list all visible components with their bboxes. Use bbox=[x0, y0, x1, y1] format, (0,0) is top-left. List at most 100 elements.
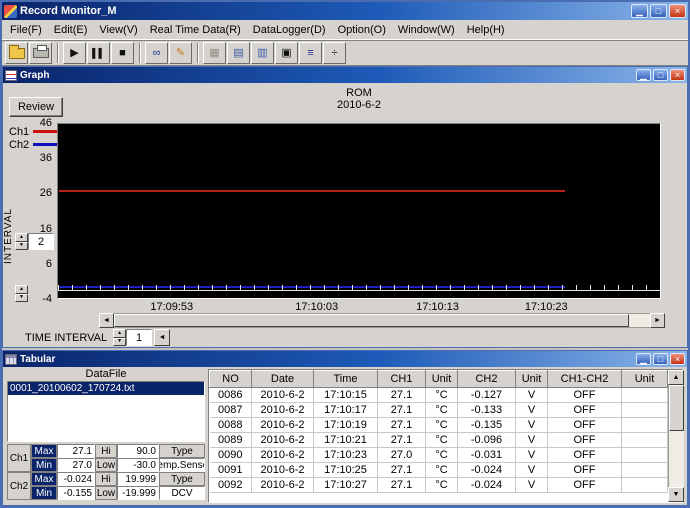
start-button[interactable]: ▶ bbox=[63, 42, 86, 64]
menu-item[interactable]: DataLogger(D) bbox=[247, 22, 332, 38]
x-axis-line bbox=[58, 290, 660, 291]
column-header[interactable]: Unit bbox=[622, 371, 668, 388]
time-interval-down-button[interactable]: ▼ bbox=[113, 338, 126, 347]
series-line-ch1 bbox=[59, 190, 565, 192]
column-header[interactable]: Date bbox=[252, 371, 314, 388]
play-icon: ▶ bbox=[70, 48, 78, 59]
column-header[interactable]: CH1-CH2 bbox=[548, 371, 622, 388]
graph-minimize-button[interactable]: ▁ bbox=[636, 69, 651, 81]
time-interval-up-button[interactable]: ▲ bbox=[113, 329, 126, 338]
tabular-close-button[interactable]: × bbox=[670, 353, 685, 365]
pause-button[interactable]: ▌▌ bbox=[87, 42, 110, 64]
table-view-button[interactable]: ▤ bbox=[227, 42, 250, 64]
ch1-max-label: Max bbox=[31, 444, 57, 458]
menu-item[interactable]: Help(H) bbox=[461, 22, 511, 38]
menu-item[interactable]: Window(W) bbox=[392, 22, 461, 38]
menu-item[interactable]: File(F) bbox=[4, 22, 48, 38]
cell-ch2: -0.024 bbox=[458, 478, 516, 493]
y-offset-up-button[interactable]: ▲ bbox=[15, 285, 28, 294]
column-header[interactable]: CH2 bbox=[458, 371, 516, 388]
cell-date: 2010-6-2 bbox=[252, 463, 314, 478]
minimize-button[interactable]: ▁ bbox=[631, 4, 648, 18]
table-row[interactable]: 0089 2010-6-2 17:10:21 27.1 °C -0.096 V … bbox=[210, 433, 668, 448]
menu-item[interactable]: View(V) bbox=[93, 22, 143, 38]
ch1-low-value: -30.0 bbox=[117, 458, 159, 472]
cell-diff-unit bbox=[622, 403, 668, 418]
graph-maximize-button[interactable]: □ bbox=[653, 69, 668, 81]
scroll-up-button[interactable]: ▲ bbox=[668, 370, 684, 385]
y-tick: -4 bbox=[42, 293, 52, 305]
time-step-back-button[interactable]: ◄ bbox=[154, 329, 170, 346]
table-row[interactable]: 0088 2010-6-2 17:10:19 27.1 °C -0.135 V … bbox=[210, 418, 668, 433]
cell-ch2: -0.096 bbox=[458, 433, 516, 448]
cell-ch1-unit: °C bbox=[426, 478, 458, 493]
tabular-minimize-button[interactable]: ▁ bbox=[636, 353, 651, 365]
table-row[interactable]: 0087 2010-6-2 17:10:17 27.1 °C -0.133 V … bbox=[210, 403, 668, 418]
cell-diff-unit bbox=[622, 418, 668, 433]
list-item[interactable]: 0001_20100602_170724.txt bbox=[8, 382, 204, 395]
edit-button[interactable]: ✎ bbox=[169, 42, 192, 64]
review-button[interactable]: Review bbox=[9, 97, 63, 117]
toolbar-separator bbox=[139, 43, 141, 63]
stop-button[interactable]: ■ bbox=[111, 42, 134, 64]
cell-ch2-unit: V bbox=[516, 433, 548, 448]
interval-down-button[interactable]: ▼ bbox=[15, 242, 28, 251]
ch1-type-label: Type bbox=[159, 444, 205, 458]
column-header[interactable]: Time bbox=[314, 371, 378, 388]
graph-view-button[interactable]: ▥ bbox=[251, 42, 274, 64]
scroll-right-button[interactable]: ► bbox=[650, 313, 665, 328]
graph-close-button[interactable]: × bbox=[670, 69, 685, 81]
cell-ch2-unit: V bbox=[516, 388, 548, 403]
scroll-left-button[interactable]: ◄ bbox=[99, 313, 114, 328]
cell-date: 2010-6-2 bbox=[252, 448, 314, 463]
scroll-thumb[interactable] bbox=[114, 314, 629, 327]
function-button[interactable]: ÷ bbox=[323, 42, 346, 64]
interval-up-button[interactable]: ▲ bbox=[15, 233, 28, 242]
notebook-button[interactable]: ≡ bbox=[299, 42, 322, 64]
ch1-min-value: 27.0 bbox=[57, 458, 95, 472]
search-button[interactable]: ∞ bbox=[145, 42, 168, 64]
scroll-thumb[interactable] bbox=[669, 385, 684, 431]
cell-time: 17:10:21 bbox=[314, 433, 378, 448]
cell-ch1-unit: °C bbox=[426, 403, 458, 418]
calculator-button[interactable]: ▣ bbox=[275, 42, 298, 64]
table-row[interactable]: 0086 2010-6-2 17:10:15 27.1 °C -0.127 V … bbox=[210, 388, 668, 403]
table-icon: ▤ bbox=[233, 48, 243, 59]
cell-ch2-unit: V bbox=[516, 463, 548, 478]
graph-horizontal-scrollbar: ◄ ► bbox=[99, 313, 665, 328]
app-icon bbox=[4, 5, 17, 18]
time-interval-value[interactable]: 1 bbox=[126, 329, 152, 346]
menu-item[interactable]: Option(O) bbox=[332, 22, 392, 38]
cell-ch1: 27.1 bbox=[378, 388, 426, 403]
y-offset-down-button[interactable]: ▼ bbox=[15, 294, 28, 303]
tabular-maximize-button[interactable]: □ bbox=[653, 353, 668, 365]
window-grid-button[interactable]: ▦ bbox=[203, 42, 226, 64]
cell-diff-unit bbox=[622, 478, 668, 493]
open-file-button[interactable] bbox=[5, 42, 28, 64]
maximize-button[interactable]: □ bbox=[650, 4, 667, 18]
ch1-hi-value: 90.0 bbox=[117, 444, 159, 458]
cell-ch1: 27.1 bbox=[378, 403, 426, 418]
tabular-titlebar: Tabular ▁ □ × bbox=[3, 351, 687, 367]
y-tick: 36 bbox=[40, 152, 52, 164]
ch1-label: Ch1 bbox=[7, 444, 31, 472]
table-row[interactable]: 0091 2010-6-2 17:10:25 27.1 °C -0.024 V … bbox=[210, 463, 668, 478]
menu-item[interactable]: Edit(E) bbox=[48, 22, 94, 38]
close-button[interactable]: × bbox=[669, 4, 686, 18]
scroll-down-button[interactable]: ▼ bbox=[668, 487, 684, 502]
cell-no: 0088 bbox=[210, 418, 252, 433]
print-button[interactable] bbox=[29, 42, 52, 64]
cell-ch1-ch2: OFF bbox=[548, 478, 622, 493]
scroll-track[interactable] bbox=[668, 385, 684, 487]
cell-ch2: -0.135 bbox=[458, 418, 516, 433]
interval-value[interactable]: 2 bbox=[28, 233, 54, 250]
table-row[interactable]: 0090 2010-6-2 17:10:23 27.0 °C -0.031 V … bbox=[210, 448, 668, 463]
column-header[interactable]: Unit bbox=[426, 371, 458, 388]
cell-ch2: -0.031 bbox=[458, 448, 516, 463]
column-header[interactable]: NO bbox=[210, 371, 252, 388]
column-header[interactable]: CH1 bbox=[378, 371, 426, 388]
scroll-track[interactable] bbox=[114, 313, 650, 328]
column-header[interactable]: Unit bbox=[516, 371, 548, 388]
menu-item[interactable]: Real Time Data(R) bbox=[144, 22, 247, 38]
table-row[interactable]: 0092 2010-6-2 17:10:27 27.1 °C -0.024 V … bbox=[210, 478, 668, 493]
